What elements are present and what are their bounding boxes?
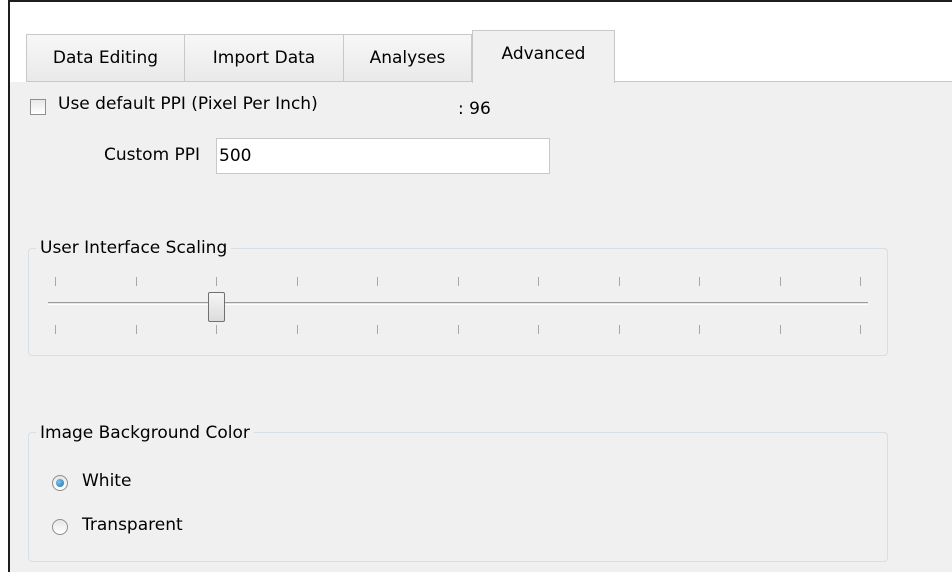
tab-data-editing[interactable]: Data Editing: [26, 34, 185, 82]
slider-tick: [619, 277, 620, 286]
tab-analyses[interactable]: Analyses: [343, 34, 472, 82]
slider-tick: [699, 325, 700, 334]
advanced-panel: Use default PPI (Pixel Per Inch) : 96 Cu…: [10, 82, 952, 572]
slider-tick: [780, 277, 781, 286]
use-default-ppi-label: Use default PPI (Pixel Per Inch): [58, 94, 318, 114]
slider-tick: [136, 277, 137, 286]
settings-window: Data Editing Import Data Analyses Advanc…: [8, 0, 952, 572]
slider-tick: [216, 277, 217, 286]
slider-tick: [377, 277, 378, 286]
slider-tick: [377, 325, 378, 334]
slider-tick: [458, 277, 459, 286]
tab-bar: Data Editing Import Data Analyses Advanc…: [10, 2, 952, 83]
image-background-group: [28, 432, 888, 562]
white-radio[interactable]: [52, 475, 68, 491]
slider-tick: [297, 325, 298, 334]
tab-import-data[interactable]: Import Data: [184, 34, 344, 82]
slider-tick: [619, 325, 620, 334]
slider-tick: [136, 325, 137, 334]
transparent-radio-label: Transparent: [82, 515, 183, 535]
slider-tick: [458, 325, 459, 334]
ui-scaling-slider-track[interactable]: [48, 302, 868, 305]
tab-advanced[interactable]: Advanced: [472, 30, 615, 83]
default-ppi-value: : 96: [458, 99, 491, 119]
slider-tick: [860, 277, 861, 286]
slider-tick: [699, 277, 700, 286]
white-radio-label: White: [82, 471, 132, 491]
custom-ppi-label: Custom PPI: [104, 145, 201, 165]
slider-tick: [860, 325, 861, 334]
slider-tick: [297, 277, 298, 286]
slider-tick: [780, 325, 781, 334]
image-background-title: Image Background Color: [36, 423, 254, 443]
transparent-radio[interactable]: [52, 519, 68, 535]
custom-ppi-input[interactable]: [216, 138, 550, 174]
slider-tick: [216, 325, 217, 334]
use-default-ppi-checkbox[interactable]: [30, 99, 46, 115]
slider-tick: [55, 277, 56, 286]
ui-scaling-slider-handle[interactable]: [208, 292, 225, 322]
slider-tick: [538, 325, 539, 334]
ui-scaling-title: User Interface Scaling: [36, 238, 232, 258]
slider-tick: [55, 325, 56, 334]
slider-tick: [538, 277, 539, 286]
